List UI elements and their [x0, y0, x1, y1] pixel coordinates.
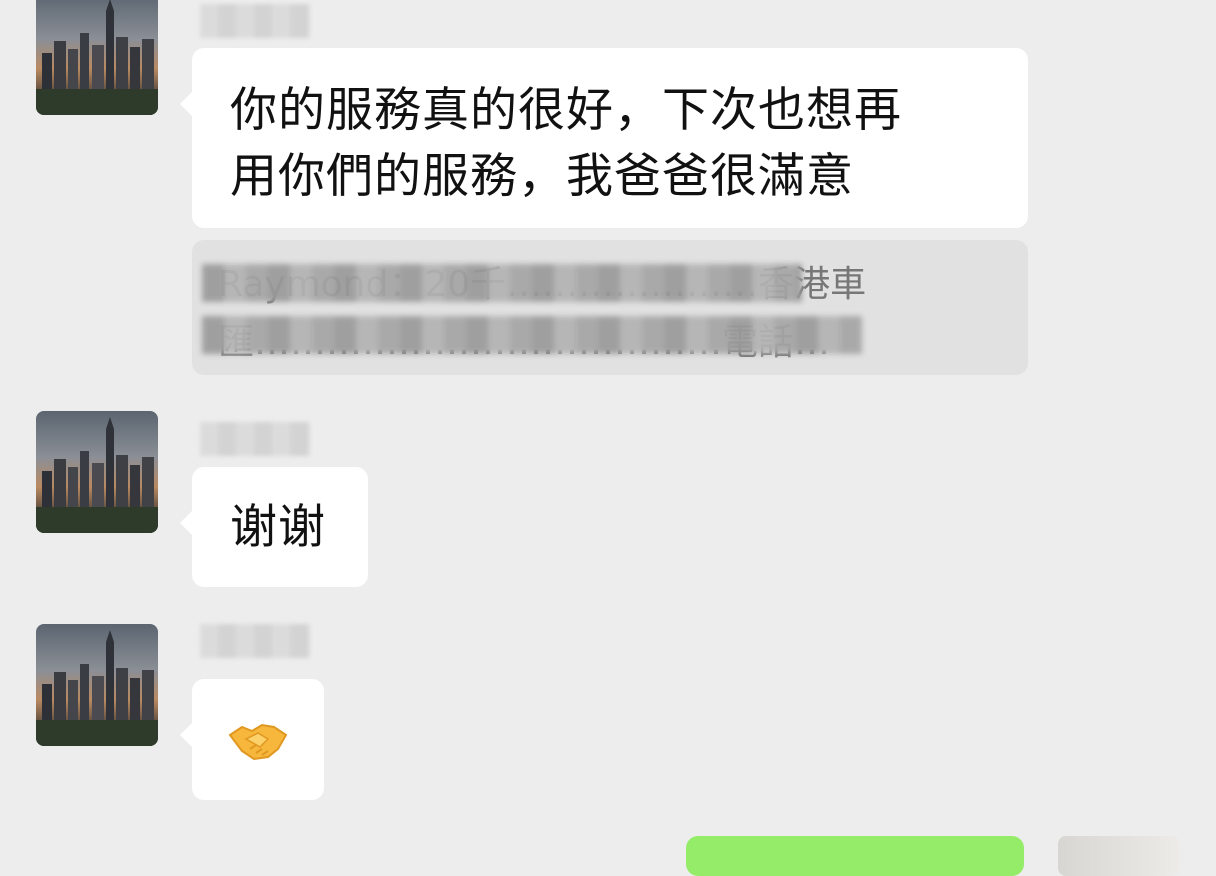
sender-name-blurred — [200, 624, 310, 658]
message-bubble[interactable] — [180, 679, 324, 800]
message-text: 谢谢 — [230, 500, 326, 555]
city-skyline-avatar-image — [36, 0, 158, 115]
redaction-blur — [202, 316, 862, 354]
message-bubble[interactable]: 谢谢 — [180, 467, 368, 587]
outgoing-message-bubble[interactable] — [686, 836, 1024, 876]
city-skyline-avatar-image — [36, 417, 158, 533]
avatar[interactable] — [36, 0, 158, 115]
handshake-icon — [228, 723, 288, 761]
quoted-message[interactable]: Raymond：20千…………………香港車 匯…………………………………電話… — [192, 240, 1028, 375]
sender-name-blurred — [200, 4, 310, 38]
message-bubble[interactable]: 你的服務真的很好，下次也想再 用你們的服務，我爸爸很滿意 — [180, 48, 1028, 228]
sender-name-blurred — [200, 422, 310, 456]
self-avatar[interactable] — [1058, 836, 1180, 876]
city-skyline-avatar-image — [36, 630, 158, 746]
avatar[interactable] — [36, 624, 158, 746]
avatar[interactable] — [36, 411, 158, 533]
message-text: 你的服務真的很好，下次也想再 用你們的服務，我爸爸很滿意 — [230, 83, 902, 204]
redaction-blur — [202, 264, 802, 302]
